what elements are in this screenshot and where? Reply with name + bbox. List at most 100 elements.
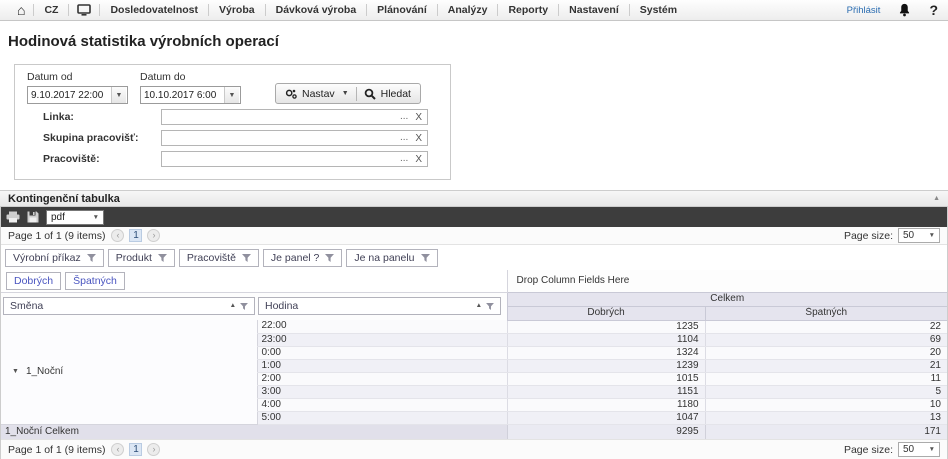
pivot-filter-fields-area: Výrobní příkaz Produkt Pracoviště Je pan… [1, 245, 947, 270]
nav-item-davkova-vyroba[interactable]: Dávková výroba [267, 4, 366, 16]
export-format-select[interactable]: pdf ▼ [46, 210, 104, 225]
chevron-down-icon[interactable]: ▼ [224, 87, 239, 103]
collapse-group-icon[interactable]: ▼ [12, 366, 19, 378]
export-toolbar: pdf ▼ [1, 207, 947, 227]
next-page-button[interactable]: › [147, 443, 160, 456]
skupina-pracovist-input[interactable] [167, 132, 400, 145]
row-group-label: 1_Noční [26, 366, 63, 378]
clear-x-button[interactable]: X [415, 133, 422, 144]
filter-field-je-na-panelu[interactable]: Je na panelu [346, 249, 437, 267]
row-fields-area: Směna ▲ Hodina ▲ [1, 292, 507, 320]
prev-page-button[interactable]: ‹ [111, 229, 124, 242]
date-to-input[interactable] [141, 87, 224, 103]
bad-value-cell: 11 [705, 372, 947, 385]
column-header-dobrych[interactable]: Dobrých [507, 306, 705, 320]
good-value-cell: 1180 [507, 398, 705, 411]
filter-field-vyrobni-prikaz[interactable]: Výrobní příkaz [5, 249, 104, 267]
nav-separator [208, 4, 209, 16]
skupina-pracovist-lookup[interactable]: ... X [161, 130, 428, 146]
pivot-panel-header: Kontingenční tabulka ▲ [0, 190, 948, 207]
notifications-bell-icon[interactable] [891, 3, 918, 17]
ellipsis-browse-button[interactable]: ... [400, 113, 408, 121]
nav-item-planovani[interactable]: Plánování [368, 4, 436, 16]
pracoviste-lookup[interactable]: ... X [161, 151, 428, 167]
pager-status: Page 1 of 1 (9 items) [8, 230, 105, 242]
date-from-picker[interactable]: ▼ [27, 86, 128, 104]
collapse-panel-icon[interactable]: ▲ [933, 195, 940, 202]
nav-separator [437, 4, 438, 16]
date-to-picker[interactable]: ▼ [140, 86, 241, 104]
nav-separator [629, 4, 630, 16]
nav-item-system[interactable]: Systém [631, 4, 686, 16]
settings-gears-icon [285, 88, 297, 100]
print-icon[interactable] [6, 211, 20, 223]
pracoviste-label: Pracoviště: [43, 153, 161, 165]
date-from-input[interactable] [28, 87, 111, 103]
sort-ascending-icon[interactable]: ▲ [476, 300, 482, 312]
filter-funnel-icon [158, 254, 167, 262]
nav-item-dosledovatelnost[interactable]: Dosledovatelnost [101, 4, 207, 16]
export-format-value: pdf [51, 212, 65, 223]
row-field-label: Hodina [265, 300, 476, 312]
hour-cell: 23:00 [257, 333, 507, 346]
monitor-icon[interactable] [70, 4, 98, 16]
nav-item-vyroba[interactable]: Výroba [210, 4, 264, 16]
hledat-button[interactable]: Hledat [357, 84, 418, 103]
prev-page-button[interactable]: ‹ [111, 443, 124, 456]
filter-button-group: Nastav ▼ Hledat [275, 83, 421, 104]
ellipsis-browse-button[interactable]: ... [400, 155, 408, 163]
home-icon[interactable]: ⌂ [10, 3, 32, 17]
nastav-label: Nastav [302, 88, 335, 100]
page-size-value: 50 [903, 444, 914, 455]
filter-field-je-panel[interactable]: Je panel ? [263, 249, 342, 267]
hour-cell: 1:00 [257, 359, 507, 372]
current-page-button[interactable]: 1 [129, 229, 142, 242]
help-icon[interactable]: ? [929, 2, 938, 18]
good-value-cell: 1324 [507, 346, 705, 359]
ellipsis-browse-button[interactable]: ... [400, 134, 408, 142]
filter-funnel-icon [87, 254, 96, 262]
filter-field-produkt[interactable]: Produkt [108, 249, 175, 267]
bad-value-cell: 13 [705, 411, 947, 424]
current-page-button[interactable]: 1 [129, 443, 142, 456]
page-size-select[interactable]: 50 ▼ [898, 228, 940, 243]
chevron-down-icon[interactable]: ▼ [111, 87, 126, 103]
data-field-spatnych[interactable]: Špatných [65, 272, 125, 290]
linka-input[interactable] [167, 111, 400, 124]
linka-lookup[interactable]: ... X [161, 109, 428, 125]
export-save-icon[interactable] [27, 211, 39, 223]
filter-field-pracoviste[interactable]: Pracoviště [179, 249, 259, 267]
column-header-spatnych[interactable]: Špatných [705, 306, 947, 320]
nastav-button[interactable]: Nastav ▼ [278, 84, 356, 103]
page-size-select[interactable]: 50 ▼ [898, 442, 940, 457]
nav-item-reporty[interactable]: Reporty [499, 4, 557, 16]
login-link[interactable]: Přihlásit [847, 5, 881, 16]
chevron-down-icon: ▼ [342, 90, 349, 97]
page-size-label: Page size: [844, 230, 893, 242]
pivot-table: Dobrých Špatných Drop Column Fields Here… [1, 270, 947, 439]
nav-separator [33, 4, 34, 16]
hour-cell: 22:00 [257, 320, 507, 333]
row-field-smena[interactable]: Směna ▲ [3, 297, 255, 315]
clear-x-button[interactable]: X [415, 154, 422, 165]
sort-ascending-icon[interactable]: ▲ [230, 300, 236, 312]
drop-column-fields-hint[interactable]: Drop Column Fields Here [507, 270, 947, 292]
column-total-header: Celkem [507, 292, 947, 306]
pracoviste-input[interactable] [167, 153, 400, 166]
nav-item-analyzy[interactable]: Analýzy [439, 4, 497, 16]
next-page-button[interactable]: › [147, 229, 160, 242]
filter-funnel-icon [242, 254, 251, 262]
bad-value-cell: 10 [705, 398, 947, 411]
clear-x-button[interactable]: X [415, 112, 422, 123]
nav-item-nastaveni[interactable]: Nastavení [560, 4, 628, 16]
filter-funnel-icon[interactable] [486, 303, 494, 310]
date-from-label: Datum od [27, 71, 128, 83]
hour-cell: 5:00 [257, 411, 507, 424]
filter-funnel-icon[interactable] [240, 303, 248, 310]
good-value-cell: 1104 [507, 333, 705, 346]
row-field-hodina[interactable]: Hodina ▲ [258, 297, 501, 315]
filter-funnel-icon [325, 254, 334, 262]
language-switch[interactable]: CZ [35, 4, 67, 16]
nav-separator [265, 4, 266, 16]
data-field-dobrych[interactable]: Dobrých [6, 272, 61, 290]
